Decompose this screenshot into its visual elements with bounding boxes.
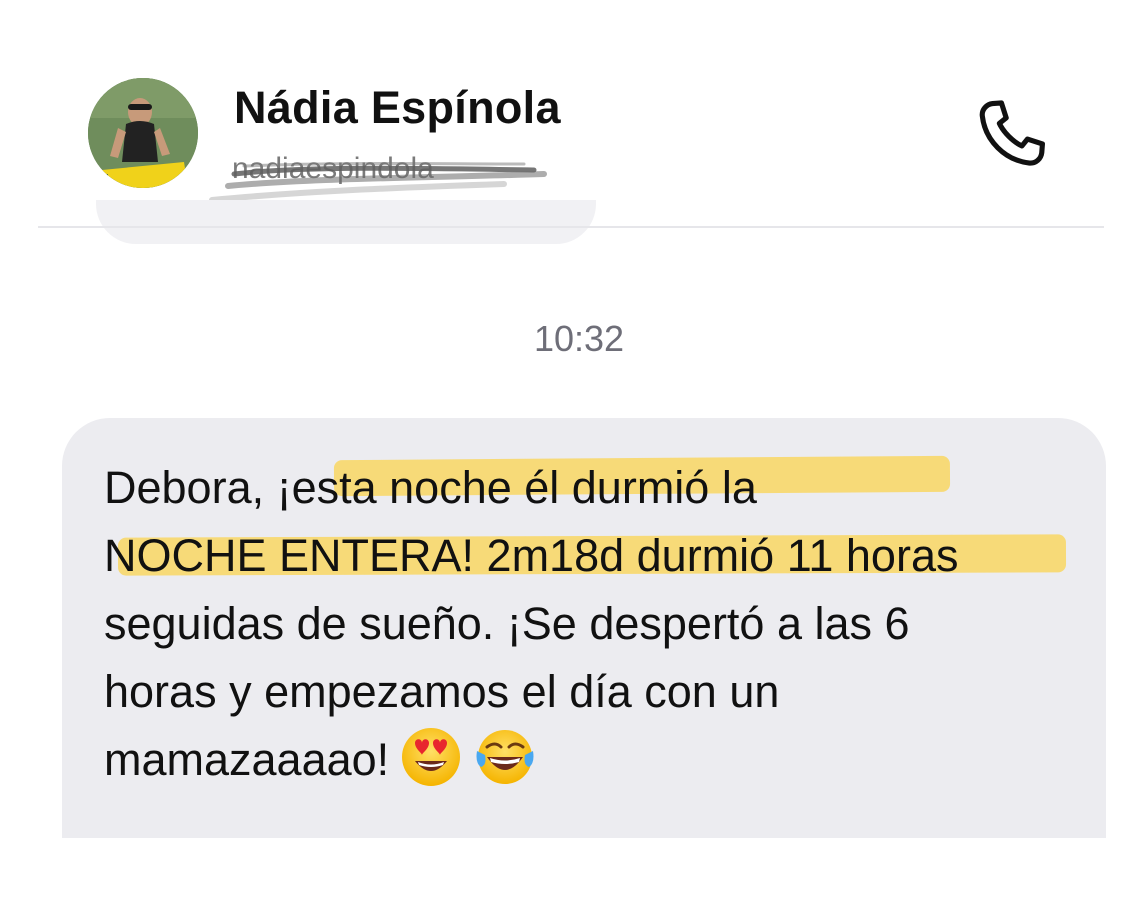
message-line: seguidas de sueño. ¡Se despertó a las 6	[104, 598, 910, 649]
avatar-photo	[88, 78, 198, 188]
message-timestamp: 10:32	[533, 318, 625, 359]
heart-eyes-emoji-icon	[399, 725, 463, 789]
phone-icon	[979, 100, 1045, 166]
previous-message-bubble-edge	[96, 200, 596, 244]
tears-of-joy-emoji-icon	[473, 725, 537, 789]
header-divider	[38, 226, 1104, 228]
message-line: mamazaaaao!	[104, 734, 390, 785]
contact-handle: nadiaespindola	[232, 152, 434, 185]
call-button[interactable]	[970, 94, 1052, 176]
message-last-line: mamazaaaao!	[104, 726, 1104, 795]
message-text: Debora, ¡esta noche él durmió la NOCHE E…	[104, 454, 1104, 795]
incoming-message-bubble[interactable]: Debora, ¡esta noche él durmió la NOCHE E…	[62, 418, 1106, 838]
message-line: NOCHE ENTERA! 2m18d durmió 11 horas	[104, 530, 959, 581]
message-line: Debora, ¡esta noche él durmió la	[104, 462, 757, 513]
chat-header: Nádia Espínola nadiaespindola	[0, 0, 1136, 244]
contact-name: Nádia Espínola	[234, 82, 561, 133]
contact-avatar[interactable]	[88, 78, 198, 188]
message-line: horas y empezamos el día con un	[104, 666, 780, 717]
